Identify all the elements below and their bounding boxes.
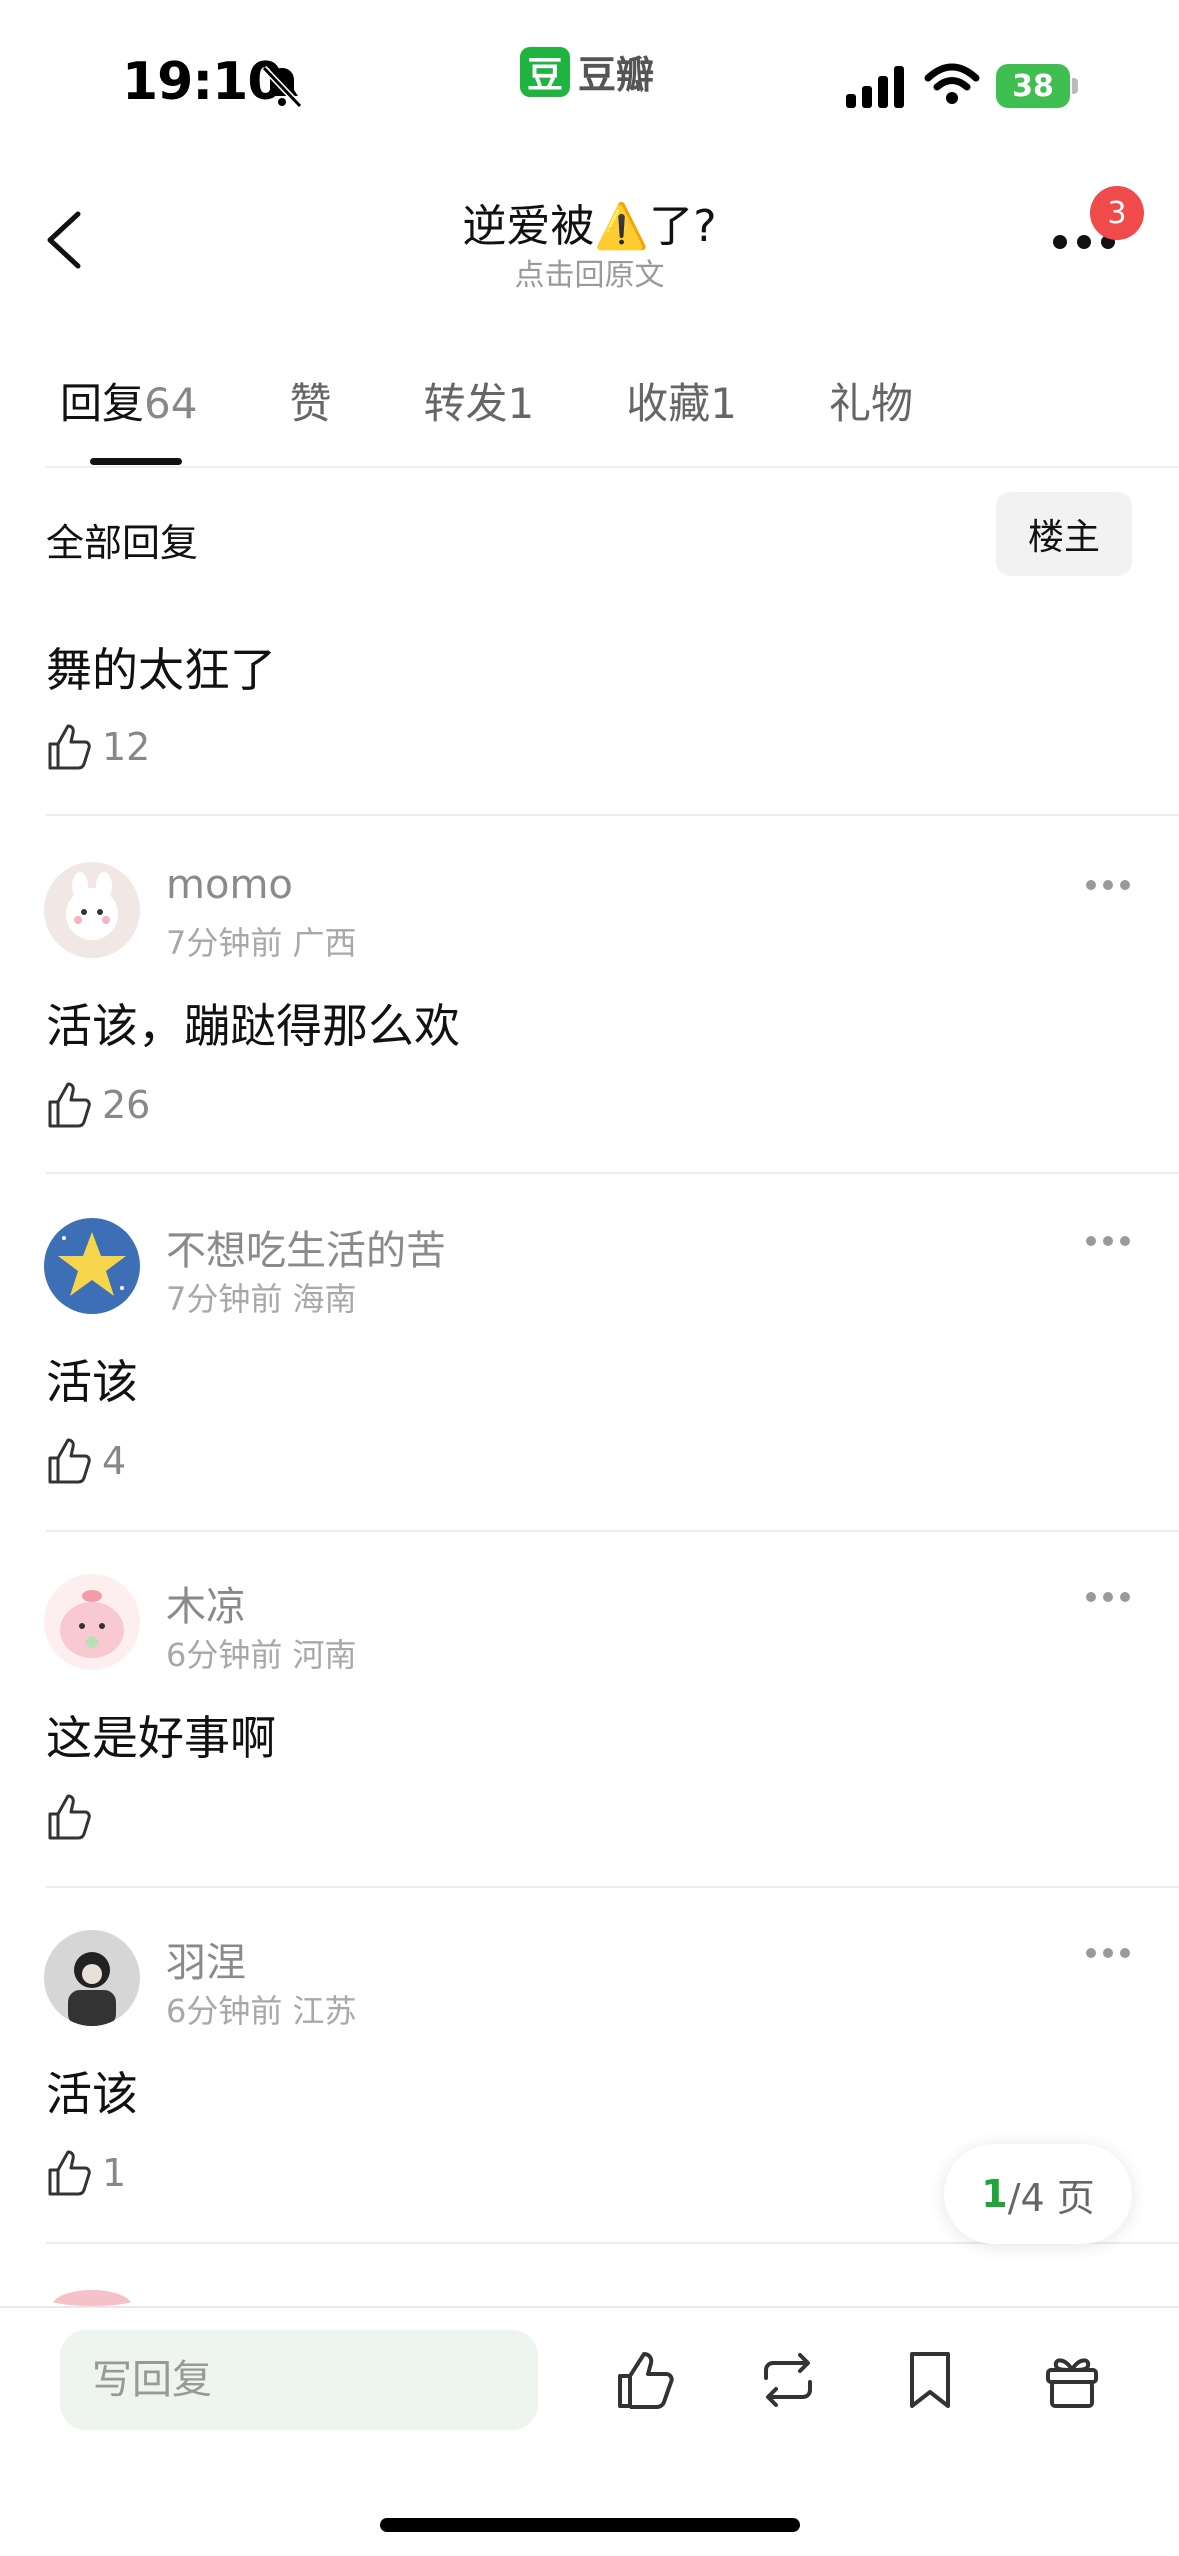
like-count: 12 <box>102 725 151 769</box>
like-count: 4 <box>102 1439 127 1483</box>
thumbs-up-icon <box>48 1438 91 1484</box>
douban-logo-icon: 豆 <box>520 46 570 97</box>
comment-text: 活该 <box>46 2067 138 2121</box>
owner-filter-button[interactable]: 楼主 <box>996 492 1132 576</box>
divider <box>46 1172 1179 1174</box>
like-button[interactable]: 26 <box>46 1080 150 1130</box>
tab-gifts[interactable]: 礼物 <box>829 370 913 431</box>
avatar <box>44 2288 140 2306</box>
tab-collections[interactable]: 收藏1 <box>626 370 737 431</box>
username[interactable]: 不想吃生活的苦 <box>166 1218 446 1276</box>
divider <box>46 1886 1179 1888</box>
comment-text: 这是好事啊 <box>46 1711 276 1765</box>
comment-more-button[interactable] <box>1086 880 1130 892</box>
username[interactable]: 木凉 <box>166 1574 246 1632</box>
avatar[interactable] <box>44 862 140 958</box>
view-original-link[interactable]: 点击回原文 <box>0 250 1179 294</box>
all-replies-label: 全部回复 <box>46 521 199 565</box>
page-title[interactable]: 逆爱被⚠️了? <box>0 190 1179 254</box>
bookmark-icon[interactable] <box>898 2348 962 2412</box>
app-indicator: 豆 豆瓣 <box>520 44 654 99</box>
divider <box>46 814 1179 816</box>
battery-indicator: 38 <box>996 64 1078 108</box>
divider <box>46 466 1179 468</box>
comment-more-button[interactable] <box>1086 1236 1130 1248</box>
tab-reposts[interactable]: 转发1 <box>423 370 534 431</box>
notification-badge: 3 <box>1090 186 1144 240</box>
like-button[interactable] <box>46 1792 102 1842</box>
current-page: 1 <box>981 2172 1008 2216</box>
comment-more-button[interactable] <box>1086 1948 1130 1960</box>
comment-text: 活该 <box>46 1355 138 1409</box>
cellular-signal-icon <box>846 66 904 108</box>
thumbs-up-icon <box>48 1794 91 1840</box>
like-button[interactable]: 4 <box>46 1436 126 1486</box>
like-count: 1 <box>102 2151 127 2195</box>
username[interactable]: momo <box>166 862 293 908</box>
like-button[interactable]: 1 <box>46 2148 126 2198</box>
like-button[interactable]: 12 <box>46 722 150 772</box>
mute-bell-icon <box>261 65 303 109</box>
reply-input[interactable] <box>60 2330 538 2430</box>
divider <box>0 2306 1179 2308</box>
thumbs-up-icon <box>48 2150 91 2196</box>
comment-more-button[interactable] <box>1086 1592 1130 1604</box>
battery-level: 38 <box>996 64 1070 108</box>
thumbs-up-icon[interactable] <box>614 2348 678 2412</box>
comment-meta: 6分钟前 江苏 <box>166 1992 357 2030</box>
divider <box>46 1530 1179 1532</box>
comment-meta: 6分钟前 河南 <box>166 1636 357 1674</box>
comment-text: 活该，蹦跶得那么欢 <box>46 999 460 1053</box>
battery-tip <box>1072 78 1078 94</box>
app-name: 豆瓣 <box>578 53 655 97</box>
avatar[interactable] <box>44 1218 140 1314</box>
repost-icon[interactable] <box>756 2348 820 2412</box>
total-pages: /4 页 <box>1007 2175 1095 2220</box>
tab-replies[interactable]: 回复64 <box>60 370 197 431</box>
avatar[interactable] <box>44 1574 140 1670</box>
like-count: 26 <box>102 1083 151 1127</box>
home-indicator <box>380 2518 800 2532</box>
username[interactable]: 羽涅 <box>166 1930 246 1988</box>
comment-text: 舞的太狂了 <box>46 643 276 697</box>
avatar[interactable] <box>44 1930 140 2026</box>
page-indicator[interactable]: 1/4 页 <box>944 2144 1132 2244</box>
comment-meta: 7分钟前 海南 <box>166 1280 357 1318</box>
gift-icon[interactable] <box>1040 2348 1104 2412</box>
tab-likes[interactable]: 赞 <box>289 370 331 431</box>
wifi-icon <box>924 63 980 104</box>
active-tab-indicator <box>90 458 182 465</box>
thumbs-up-icon <box>48 724 91 770</box>
thumbs-up-icon <box>48 1082 91 1128</box>
comment-meta: 7分钟前 广西 <box>166 924 357 962</box>
tab-bar: 回复64 赞 转发1 收藏1 礼物 <box>60 370 1005 431</box>
